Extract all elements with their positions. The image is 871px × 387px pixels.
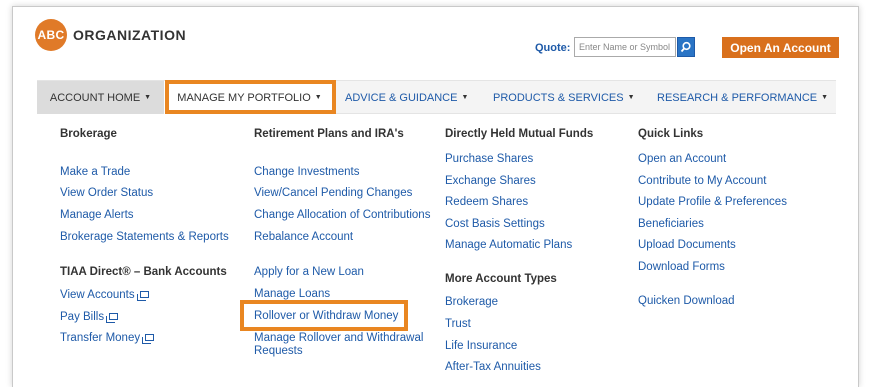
menu-link[interactable]: Contribute to My Account: [638, 175, 766, 187]
menu-column-quick-links: Quick Links Open an Account Contribute t…: [638, 128, 787, 307]
link-label: Pay Bills: [60, 311, 105, 323]
main-nav: ACCOUNT HOME ▼ MANAGE MY PORTFOLIO ▼ ADV…: [37, 80, 836, 114]
menu-link-external[interactable]: Pay Bills: [60, 311, 119, 323]
menu-link[interactable]: Rebalance Account: [254, 231, 353, 243]
new-window-icon: [136, 291, 149, 301]
menu-link[interactable]: View Order Status: [60, 187, 153, 199]
menu-link[interactable]: Change Investments: [254, 166, 359, 178]
column-subheading: More Account Types: [445, 273, 557, 285]
menu-link[interactable]: Redeem Shares: [445, 196, 528, 208]
menu-link[interactable]: Cost Basis Settings: [445, 218, 545, 230]
column-heading: Retirement Plans and IRA's: [254, 128, 404, 140]
quote-search-button[interactable]: [677, 37, 695, 57]
column-heading: Quick Links: [638, 128, 704, 140]
column-heading: Brokerage: [60, 128, 117, 140]
menu-link[interactable]: Manage Rollover and Withdrawal Requests: [254, 332, 434, 358]
menu-link[interactable]: Exchange Shares: [445, 175, 536, 187]
menu-link[interactable]: Change Allocation of Contributions: [254, 209, 430, 221]
menu-column-brokerage: Brokerage Make a Trade View Order Status…: [60, 128, 229, 344]
caret-down-icon: ▼: [144, 94, 152, 101]
menu-link[interactable]: Upload Documents: [638, 239, 736, 251]
menu-link[interactable]: Life Insurance: [445, 340, 517, 352]
link-label: View Accounts: [60, 289, 135, 301]
new-window-icon: [106, 313, 119, 323]
menu-column-retirement: Retirement Plans and IRA's Change Invest…: [254, 128, 430, 357]
menu-link[interactable]: Purchase Shares: [445, 153, 533, 165]
menu-link[interactable]: Manage Automatic Plans: [445, 239, 572, 251]
logo-mark: ABC: [35, 19, 67, 51]
menu-link[interactable]: View/Cancel Pending Changes: [254, 187, 412, 199]
nav-label: ACCOUNT HOME: [49, 91, 141, 104]
nav-label: MANAGE MY PORTFOLIO: [177, 91, 311, 104]
link-label: Transfer Money: [60, 332, 141, 344]
nav-manage-my-portfolio[interactable]: MANAGE MY PORTFOLIO ▼: [164, 81, 335, 114]
menu-column-mutual-funds: Directly Held Mutual Funds Purchase Shar…: [445, 128, 594, 373]
nav-account-home[interactable]: ACCOUNT HOME ▼: [37, 81, 164, 114]
nav-label: PRODUCTS & SERVICES: [493, 91, 624, 104]
menu-link[interactable]: Manage Loans: [254, 288, 330, 300]
nav-products-services[interactable]: PRODUCTS & SERVICES ▼: [493, 81, 635, 114]
menu-link[interactable]: After-Tax Annuities: [445, 361, 541, 373]
menu-link[interactable]: Brokerage Statements & Reports: [60, 231, 229, 243]
column-heading: Directly Held Mutual Funds: [445, 128, 594, 140]
search-icon: [680, 41, 691, 53]
menu-link[interactable]: Trust: [445, 318, 471, 330]
caret-down-icon: ▼: [461, 94, 469, 101]
menu-link[interactable]: Manage Alerts: [60, 209, 134, 221]
nav-research-performance[interactable]: RESEARCH & PERFORMANCE ▼: [657, 81, 828, 114]
menu-link[interactable]: Brokerage: [445, 296, 498, 308]
menu-link[interactable]: Apply for a New Loan: [254, 266, 364, 278]
logo[interactable]: ABC ORGANIZATION: [35, 19, 186, 51]
new-window-icon: [142, 334, 155, 344]
menu-link[interactable]: Update Profile & Preferences: [638, 196, 787, 208]
menu-link[interactable]: Open an Account: [638, 153, 726, 165]
nav-label: RESEARCH & PERFORMANCE: [657, 91, 818, 104]
menu-link-rollover[interactable]: Rollover or Withdraw Money: [254, 310, 398, 322]
quote-search-input[interactable]: [574, 37, 676, 57]
caret-down-icon: ▼: [821, 94, 829, 101]
column-subheading: TIAA Direct® – Bank Accounts: [60, 266, 227, 278]
menu-link-external[interactable]: Transfer Money: [60, 332, 155, 344]
open-account-button[interactable]: Open An Account: [722, 37, 839, 58]
menu-link[interactable]: Quicken Download: [638, 295, 735, 307]
quote-label: Quote:: [535, 42, 571, 54]
menu-link[interactable]: Download Forms: [638, 261, 725, 273]
menu-link[interactable]: Beneficiaries: [638, 218, 704, 230]
caret-down-icon: ▼: [314, 94, 322, 101]
caret-down-icon: ▼: [627, 94, 635, 101]
nav-label: ADVICE & GUIDANCE: [345, 91, 458, 104]
logo-text: ORGANIZATION: [73, 27, 187, 43]
nav-advice-guidance[interactable]: ADVICE & GUIDANCE ▼: [345, 81, 468, 114]
menu-link-external[interactable]: View Accounts: [60, 289, 149, 301]
menu-link[interactable]: Make a Trade: [60, 166, 130, 178]
